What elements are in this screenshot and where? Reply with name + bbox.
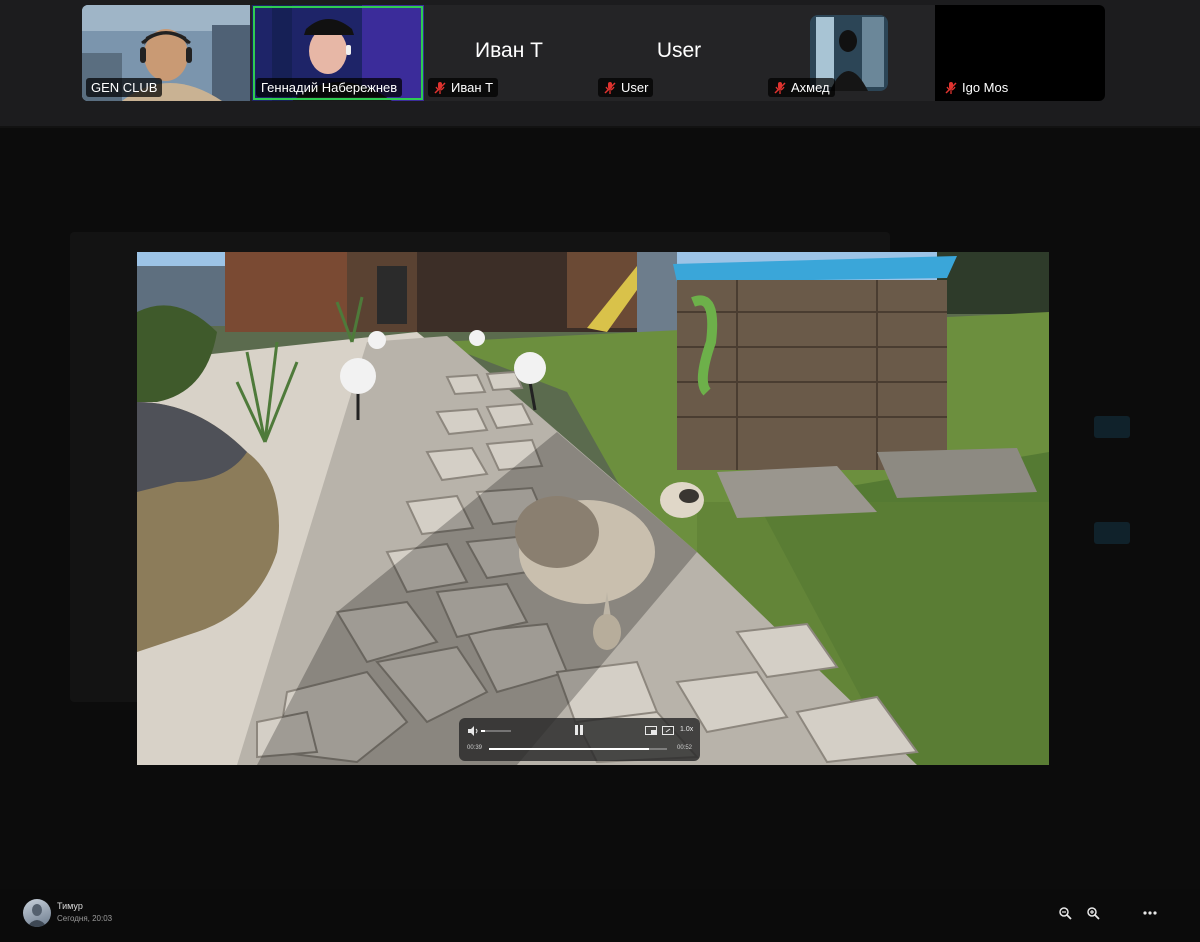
avatar[interactable] bbox=[23, 899, 51, 927]
video-player[interactable]: 1.0x 00:39 00:52 bbox=[137, 252, 1049, 765]
progress-bar-fill bbox=[489, 748, 650, 750]
participant-name: Геннадий Набережнев bbox=[256, 78, 403, 97]
fullscreen-icon[interactable] bbox=[662, 726, 674, 735]
bottom-bar: Тимур Сегодня, 20:03 bbox=[0, 889, 1200, 942]
participant-tile-igo-mos[interactable]: Igo Mos bbox=[935, 5, 1105, 101]
participant-tile-user[interactable]: User User bbox=[594, 5, 764, 101]
zoom-out-icon[interactable] bbox=[1058, 906, 1072, 920]
participant-name-text: Igo Mos bbox=[962, 80, 1009, 95]
video-frame bbox=[137, 252, 1049, 765]
participant-display-name: Иван Т bbox=[475, 39, 543, 62]
volume-slider[interactable] bbox=[481, 730, 511, 732]
participant-name-text: Геннадий Набережнев bbox=[261, 80, 398, 95]
participant-name: User bbox=[598, 78, 654, 97]
participant-name-text: GEN CLUB bbox=[91, 80, 158, 95]
participant-tile-gennady[interactable]: Геннадий Набережнев bbox=[252, 5, 424, 101]
player-controls: 1.0x 00:39 00:52 bbox=[459, 718, 700, 761]
avatar-image bbox=[27, 904, 47, 927]
participant-name: GEN CLUB bbox=[86, 78, 163, 97]
playback-speed-button[interactable]: 1.0x bbox=[680, 726, 693, 733]
participant-name-text: Иван Т bbox=[451, 80, 494, 95]
microphone-off-icon bbox=[774, 81, 786, 94]
background-element bbox=[1094, 416, 1130, 438]
message-author: Тимур bbox=[57, 901, 83, 911]
participant-strip: GEN CLUB Геннадий Набережнев Иван Т Иван… bbox=[0, 0, 1200, 126]
participant-tile-gen-club[interactable]: GEN CLUB bbox=[82, 5, 250, 101]
progress-bar[interactable] bbox=[489, 748, 667, 750]
microphone-off-icon bbox=[434, 81, 446, 94]
volume-slider-fill bbox=[481, 730, 485, 732]
microphone-off-icon bbox=[945, 81, 957, 94]
total-time: 00:52 bbox=[677, 745, 693, 751]
microphone-off-icon bbox=[604, 81, 616, 94]
picture-in-picture-icon[interactable] bbox=[645, 726, 657, 735]
participant-name: Igo Mos bbox=[939, 78, 1014, 97]
participant-display-name: User bbox=[656, 39, 702, 62]
more-options-icon[interactable] bbox=[1142, 906, 1158, 920]
participant-name: Ахмед bbox=[768, 78, 835, 97]
pause-icon[interactable] bbox=[573, 724, 585, 736]
volume-icon[interactable] bbox=[467, 726, 479, 736]
current-time: 00:39 bbox=[467, 745, 483, 751]
message-timestamp: Сегодня, 20:03 bbox=[57, 914, 113, 923]
participant-name: Иван Т bbox=[428, 78, 499, 97]
participant-name-text: User bbox=[621, 80, 649, 95]
zoom-in-icon[interactable] bbox=[1086, 906, 1100, 920]
participant-tiles: GEN CLUB Геннадий Набережнев Иван Т Иван… bbox=[82, 5, 1105, 101]
shared-screen[interactable]: 1.0x 00:39 00:52 bbox=[0, 128, 1200, 934]
background-element bbox=[1094, 522, 1130, 544]
participant-name-text: Ахмед bbox=[791, 80, 830, 95]
participant-tile-akhmed[interactable]: Ахмед bbox=[764, 5, 934, 101]
participant-tile-ivan[interactable]: Иван Т Иван Т bbox=[424, 5, 594, 101]
